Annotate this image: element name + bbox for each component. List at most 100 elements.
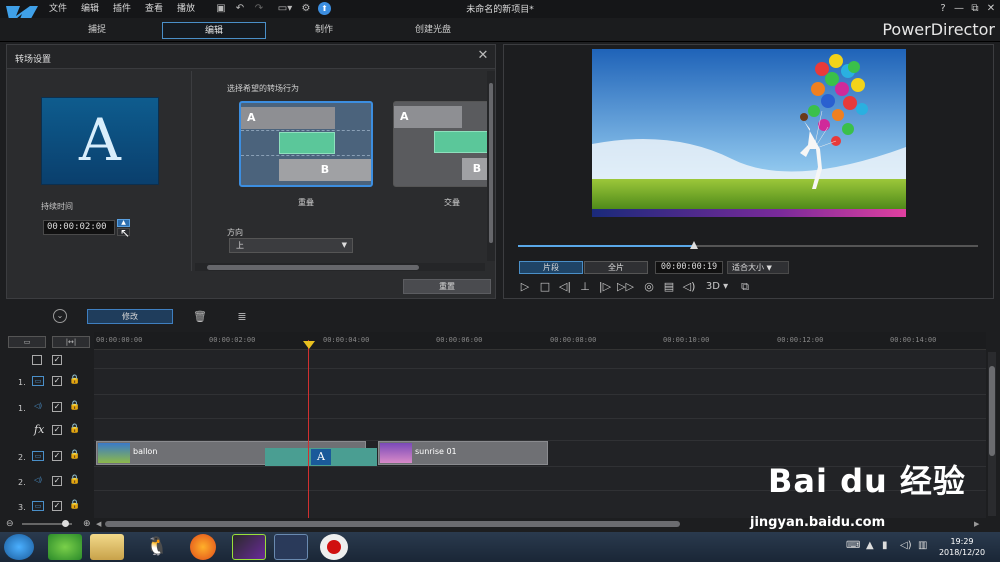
menu-play[interactable]: 播放 (177, 2, 195, 16)
menu-file[interactable]: 文件 (49, 2, 67, 16)
volume-icon[interactable]: ◁) (681, 279, 697, 295)
reset-button[interactable]: 重置 (403, 279, 491, 294)
update-badge-icon[interactable]: ⬆ (318, 2, 331, 15)
list-menu-icon[interactable]: ≣ (234, 309, 250, 325)
track-manager-icon[interactable]: ▭ (8, 336, 46, 348)
master-track-box[interactable] (32, 355, 42, 365)
clip-thumbnail (380, 443, 412, 463)
lock-icon[interactable]: 🔒 (69, 500, 80, 510)
guide-line (241, 155, 371, 156)
direction-select[interactable]: 上 ▼ (229, 238, 353, 253)
timecode-display[interactable]: 00:00:00:19 (655, 261, 723, 274)
behavior-option-crossfade[interactable]: A B (393, 101, 491, 187)
tab-edit[interactable]: 编辑 (162, 22, 266, 39)
movie-mode-button[interactable]: 全片 (584, 261, 648, 274)
split-icon[interactable]: ⊥ (577, 279, 593, 295)
next-frame-icon[interactable]: |▷ (597, 279, 613, 295)
fast-forward-icon[interactable]: ▷▷ (617, 279, 634, 295)
video-clip-sunrise[interactable]: sunrise 01 (378, 441, 548, 465)
close-button[interactable]: ✕ (984, 2, 998, 16)
stop-icon[interactable]: □ (537, 279, 553, 295)
tray-arrow-icon[interactable]: ▲ (866, 540, 874, 551)
collapse-chevron-icon[interactable]: ⌄ (53, 309, 67, 323)
file-explorer-icon[interactable] (90, 534, 124, 560)
previous-frame-icon[interactable]: ◁| (557, 279, 573, 295)
menu-plugins[interactable]: 插件 (113, 2, 131, 16)
menu-edit[interactable]: 编辑 (81, 2, 99, 16)
tab-capture[interactable]: 捕捉 (45, 22, 149, 39)
track-enable-checkbox[interactable]: ✓ (52, 501, 62, 511)
playback-slider-knob[interactable] (690, 241, 698, 249)
firefox-icon[interactable] (190, 534, 216, 560)
timeline-horizontal-thumb[interactable] (105, 521, 680, 527)
track-enable-checkbox[interactable]: ✓ (52, 402, 62, 412)
powerdirector-taskbar-icon[interactable] (274, 534, 308, 560)
qq-icon[interactable]: 🐧 (140, 534, 174, 560)
track-number: 3. (18, 503, 26, 512)
horizontal-scroll-thumb[interactable] (207, 265, 419, 270)
delete-trash-icon[interactable]: 🗑 (192, 309, 208, 325)
playhead-marker[interactable] (303, 341, 315, 349)
lock-icon[interactable]: 🔒 (69, 475, 80, 485)
tab-create-disc[interactable]: 创建光盘 (381, 22, 485, 39)
transition-block[interactable]: A (265, 448, 377, 466)
restore-button[interactable]: ⧉ (968, 2, 982, 16)
minimize-button[interactable]: — (952, 2, 966, 16)
device-tray-icon[interactable]: ▮ (882, 540, 888, 551)
taskbar-clock[interactable]: 19:29 2018/12/20 (930, 536, 994, 558)
zoom-in-icon[interactable]: ⊕ (83, 519, 91, 529)
zoom-out-icon[interactable]: ⊖ (6, 519, 14, 529)
zoom-fit-select[interactable]: 适合大小 ▼ (727, 261, 789, 274)
lock-icon[interactable]: 🔒 (69, 401, 80, 411)
track-number: 2. (18, 478, 26, 487)
video-player-app-icon[interactable] (232, 534, 266, 560)
volume-tray-icon[interactable]: ◁) (900, 540, 912, 551)
behavior-label: 选择希望的转场行为 (227, 84, 299, 93)
master-checkbox[interactable]: ✓ (52, 355, 62, 365)
app-360-icon[interactable] (48, 534, 82, 560)
tab-produce[interactable]: 制作 (272, 22, 376, 39)
behavior-option-overlap[interactable]: A B (239, 101, 373, 187)
track-enable-checkbox[interactable]: ✓ (52, 425, 62, 435)
brand-name: PowerDirector (882, 20, 995, 39)
recorder-icon[interactable] (320, 534, 348, 560)
scroll-left-icon[interactable]: ◀ (96, 520, 101, 528)
option-label-crossfade: 交叠 (444, 198, 460, 207)
scroll-right-icon[interactable]: ▶ (974, 520, 979, 528)
3d-mode-button[interactable]: 3D ▾ (703, 279, 731, 295)
menu-view[interactable]: 查看 (145, 2, 163, 16)
lock-icon[interactable]: 🔒 (69, 424, 80, 434)
undock-icon[interactable]: ⧉ (737, 279, 753, 295)
network-tray-icon[interactable]: ▥ (918, 540, 927, 551)
track-enable-checkbox[interactable]: ✓ (52, 451, 62, 461)
playhead-line[interactable] (308, 340, 309, 518)
modify-button[interactable]: 修改 (87, 309, 173, 324)
play-icon[interactable]: ▷ (517, 279, 533, 295)
snapshot-camera-icon[interactable]: ◎ (641, 279, 657, 295)
fit-timeline-icon[interactable]: |↔| (52, 336, 90, 348)
clip-mode-button[interactable]: 片段 (519, 261, 583, 274)
aspect-ratio-icon[interactable]: ▭▾ (274, 2, 296, 16)
track-header-audio-2: 2. ◁) ✓ 🔒 (0, 472, 94, 496)
subtitles-icon[interactable]: ▤ (661, 279, 677, 295)
track-enable-checkbox[interactable]: ✓ (52, 476, 62, 486)
mode-bar (0, 18, 1000, 42)
redo-icon[interactable]: ↷ (252, 2, 266, 16)
timeline-vertical-thumb[interactable] (989, 366, 995, 456)
zoom-slider-knob[interactable] (62, 520, 69, 527)
settings-gear-icon[interactable]: ⚙ (299, 2, 313, 16)
undo-icon[interactable]: ↶ (233, 2, 247, 16)
duration-input[interactable]: 00:00:02:00 (43, 220, 115, 235)
start-button-icon[interactable] (4, 534, 34, 560)
lock-icon[interactable]: 🔒 (69, 375, 80, 385)
keyboard-tray-icon[interactable]: ⌨ (846, 540, 860, 551)
ruler-tick: 00:00:12:00 (777, 336, 824, 344)
timeline-ruler[interactable]: 00:00:00:00 00:00:02:00 00:00:04:00 00:0… (94, 332, 986, 350)
track-enable-checkbox[interactable]: ✓ (52, 376, 62, 386)
vertical-scroll-thumb[interactable] (489, 83, 493, 243)
clip-thumbnail (98, 443, 130, 463)
lock-icon[interactable]: 🔒 (69, 450, 80, 460)
help-button[interactable]: ? (936, 2, 950, 16)
panel-close-icon[interactable]: ✕ (475, 48, 491, 64)
save-icon[interactable]: ▣ (214, 2, 228, 16)
